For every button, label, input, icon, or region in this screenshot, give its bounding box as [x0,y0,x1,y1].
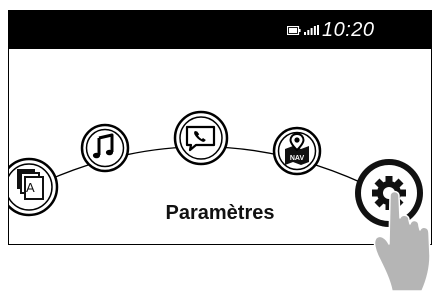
tapping-hand-icon [373,190,431,291]
page: 10:20 A NAV Paramètres [0,0,439,291]
screen-title: Paramètres [165,202,275,224]
phone-button[interactable] [172,109,230,167]
navigation-button[interactable] [271,125,323,177]
media-source-letter: A [26,180,35,195]
music-button[interactable] [79,122,131,174]
navigation-label: NAV [289,155,305,162]
display-screen: 10:20 A NAV Paramètres [8,10,432,245]
